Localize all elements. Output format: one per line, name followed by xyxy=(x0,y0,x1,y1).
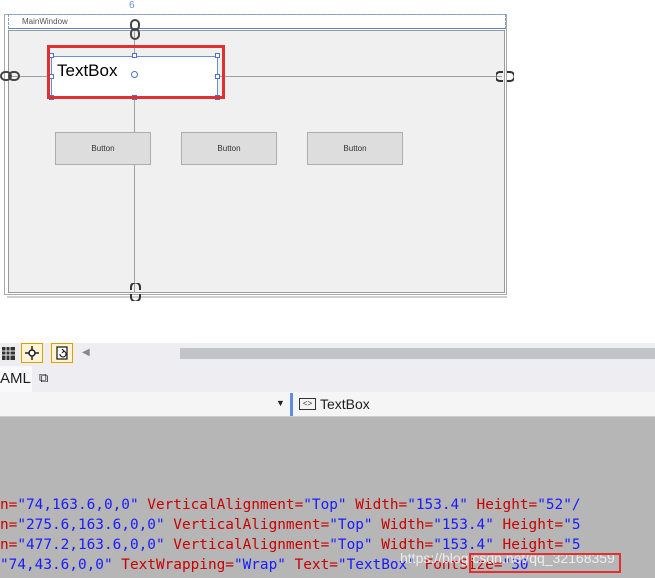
grid-icon xyxy=(1,346,15,360)
bottom-anchor-broken-link-icon[interactable] xyxy=(130,283,141,301)
code-line-1: n="74,163.6,0,0" VerticalAlignment="Top"… xyxy=(0,497,581,513)
designer-button-2[interactable]: Button xyxy=(181,132,277,165)
horizontal-scrollbar-thumb[interactable] xyxy=(180,348,655,359)
refresh-designer-button[interactable] xyxy=(51,343,73,363)
designer-button-3[interactable]: Button xyxy=(307,132,403,165)
element-type-dropdown[interactable] xyxy=(0,392,290,417)
refresh-icon xyxy=(55,346,68,360)
margin-indicator-label: 6 xyxy=(129,0,135,11)
code-line-2: n="275.6,163.6,0,0" VerticalAlignment="T… xyxy=(0,517,581,533)
textbox-highlight-annotation xyxy=(47,45,225,99)
right-anchor-broken-link-icon[interactable] xyxy=(496,71,514,82)
snap-to-gridlines-button[interactable] xyxy=(21,343,43,363)
editor-tab-row xyxy=(0,365,655,392)
grid-toggle-button[interactable] xyxy=(0,343,16,363)
horizontal-margin-guide-right xyxy=(218,76,502,77)
window-frame-shadow xyxy=(7,296,507,298)
tab-xaml[interactable]: AML xyxy=(0,366,32,392)
element-name-dropdown[interactable]: TextBox xyxy=(320,396,370,412)
window-title: MainWindow xyxy=(22,17,68,26)
designer-button-1[interactable]: Button xyxy=(55,132,151,165)
popout-icon[interactable]: ⧉ xyxy=(39,370,48,386)
fontsize-highlight-annotation xyxy=(469,553,621,573)
xaml-element-icon: <> xyxy=(299,398,316,410)
top-anchor-link-icon[interactable] xyxy=(129,19,141,41)
left-anchor-link-icon[interactable] xyxy=(0,70,20,82)
chevron-down-icon[interactable]: ▼ xyxy=(276,398,285,408)
xaml-designer-surface[interactable]: 6 MainWindow TextBox Button Button Butto… xyxy=(0,0,655,343)
window-titlebar-guide[interactable] xyxy=(8,14,506,29)
snap-icon xyxy=(25,346,39,360)
navbar-splitter[interactable] xyxy=(290,393,293,416)
scroll-left-arrow-icon[interactable]: ◀ xyxy=(82,347,90,358)
